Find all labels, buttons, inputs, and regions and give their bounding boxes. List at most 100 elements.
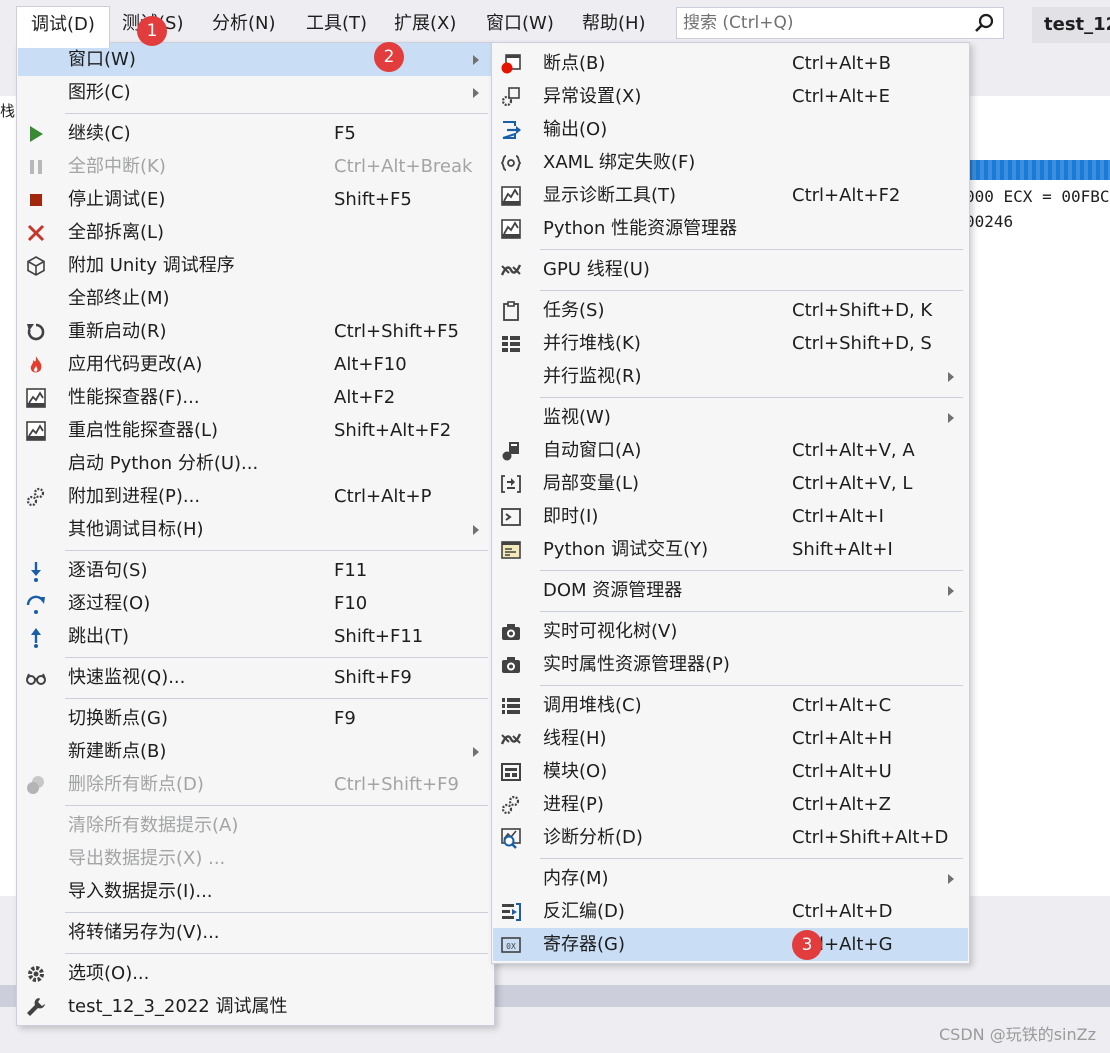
debug-menu-item-22: 删除所有断点(D) Ctrl+Shift+F9	[18, 768, 493, 801]
step-into-icon	[31, 562, 41, 582]
menu-item-shortcut: Ctrl+Alt+C	[792, 695, 892, 716]
menu-item-label: 清除所有数据提示(A)	[68, 815, 239, 836]
debug-menu-item-17[interactable]: 逐过程(O) F10	[18, 587, 493, 620]
menu-separator	[65, 805, 488, 806]
menu-item-shortcut: Ctrl+Alt+V, L	[792, 473, 913, 494]
window-menu-item-8[interactable]: 任务(S) Ctrl+Shift+D, K	[493, 294, 968, 327]
debug-menu-item-18[interactable]: 跳出(T) Shift+F11	[18, 620, 493, 653]
debug-menu-item-26[interactable]: 将转储另存为(V)...	[18, 916, 493, 949]
debug-menu-item-3[interactable]: 继续(C) F5	[18, 117, 493, 150]
debug-menu-item-5[interactable]: 停止调试(E) Shift+F5	[18, 183, 493, 216]
window-menu-item-2[interactable]: 异常设置(X) Ctrl+Alt+E	[493, 80, 968, 113]
debug-menu-item-25[interactable]: 导入数据提示(I)...	[18, 875, 493, 908]
menu-item-shortcut: Ctrl+Alt+E	[792, 86, 890, 107]
menu-item-label: 模块(O)	[543, 761, 608, 782]
menu-item-label: 重启性能探查器(L)	[68, 420, 219, 441]
debug-menu-item-21[interactable]: 新建断点(B)	[18, 735, 493, 768]
menu-item-label: 全部拆离(L)	[68, 222, 165, 243]
menu-item-label: 进程(P)	[543, 794, 604, 815]
menu-window[interactable]: 窗口(W)	[472, 6, 568, 42]
debug-menu-item-14[interactable]: 附加到进程(P)... Ctrl+Alt+P	[18, 480, 493, 513]
menu-separator	[540, 249, 963, 250]
debug-menu-item-19[interactable]: 快速监视(Q)... Shift+F9	[18, 661, 493, 694]
debug-menu-item-6[interactable]: 全部拆离(L)	[18, 216, 493, 249]
debug-menu-item-7[interactable]: 附加 Unity 调试程序	[18, 249, 493, 282]
menu-item-label: test_12_3_2022 调试属性	[68, 996, 288, 1017]
window-menu-item-19[interactable]: 调用堆栈(C) Ctrl+Alt+C	[493, 689, 968, 722]
menu-separator	[65, 912, 488, 913]
debug-menu-item-11[interactable]: 性能探查器(F)... Alt+F2	[18, 381, 493, 414]
menu-item-label: 内存(M)	[543, 868, 609, 889]
window-menu-item-5[interactable]: 显示诊断工具(T) Ctrl+Alt+F2	[493, 179, 968, 212]
window-menu-item-1[interactable]: 断点(B) Ctrl+Alt+B	[493, 47, 968, 80]
menu-extensions[interactable]: 扩展(X)	[380, 6, 470, 42]
window-menu-item-21[interactable]: 模块(O) Ctrl+Alt+U	[493, 755, 968, 788]
window-title-band	[960, 160, 1110, 180]
window-menu-item-24[interactable]: 内存(M)	[493, 862, 968, 895]
threads-icon	[500, 264, 522, 276]
window-menu-item-22[interactable]: 进程(P) Ctrl+Alt+Z	[493, 788, 968, 821]
window-menu-item-6[interactable]: Python 性能资源管理器	[493, 212, 968, 245]
window-menu-item-25[interactable]: 反汇编(D) Ctrl+Alt+D	[493, 895, 968, 928]
menu-item-label: 调用堆栈(C)	[543, 695, 642, 716]
window-menu-item-23[interactable]: 诊断分析(D) Ctrl+Shift+Alt+D	[493, 821, 968, 854]
debug-menu-item-27[interactable]: 选项(O)...	[18, 957, 493, 990]
window-menu-item-11[interactable]: 监视(W)	[493, 401, 968, 434]
menu-item-label: GPU 线程(U)	[543, 259, 650, 280]
debug-menu-item-8[interactable]: 全部终止(M)	[18, 282, 493, 315]
menu-tools[interactable]: 工具(T)	[292, 6, 381, 42]
menu-item-shortcut: F5	[334, 123, 356, 144]
debug-menu-dropdown: 窗口(W) 图形(C) 继续(C) F5 全部中断(K) Ctrl+Alt+Break 停止…	[16, 42, 495, 1026]
search-icon[interactable]	[973, 12, 995, 34]
menu-item-label: 实时可视化树(V)	[543, 621, 678, 642]
solution-title-tab[interactable]: test_12_	[1032, 7, 1110, 43]
diagnostic-analysis-icon	[501, 828, 521, 849]
background-toolbar	[960, 48, 1110, 96]
menu-item-shortcut: F9	[334, 708, 356, 729]
debug-menu-item-10[interactable]: 应用代码更改(A) Alt+F10	[18, 348, 493, 381]
debug-menu-item-2[interactable]: 图形(C)	[18, 76, 493, 109]
menu-bar: 调试(D) 测试(S) 分析(N) 工具(T) 扩展(X) 窗口(W) 帮助(H…	[0, 0, 1110, 48]
window-menu-item-7[interactable]: GPU 线程(U)	[493, 253, 968, 286]
window-menu-item-17[interactable]: 实时可视化树(V)	[493, 615, 968, 648]
window-menu-item-14[interactable]: 即时(I) Ctrl+Alt+I	[493, 500, 968, 533]
menu-debug[interactable]: 调试(D)	[16, 6, 110, 48]
debug-menu-item-12[interactable]: 重启性能探查器(L) Shift+Alt+F2	[18, 414, 493, 447]
menu-item-label: 反汇编(D)	[543, 901, 625, 922]
submenu-arrow-icon	[473, 525, 479, 535]
menu-item-label: 自动窗口(A)	[543, 440, 642, 461]
debug-menu-item-9[interactable]: 重新启动(R) Ctrl+Shift+F5	[18, 315, 493, 348]
cube-icon	[27, 256, 45, 276]
menu-item-label: DOM 资源管理器	[543, 580, 683, 601]
menu-analyze[interactable]: 分析(N)	[198, 6, 290, 42]
submenu-arrow-icon	[473, 88, 479, 98]
menu-item-shortcut: Ctrl+Alt+Break	[334, 156, 473, 177]
debug-menu-item-13[interactable]: 启动 Python 分析(U)...	[18, 447, 493, 480]
menu-item-shortcut: Alt+F2	[334, 387, 396, 408]
window-menu-item-13[interactable]: 局部变量(L) Ctrl+Alt+V, L	[493, 467, 968, 500]
debug-menu-item-15[interactable]: 其他调试目标(H)	[18, 513, 493, 546]
menu-item-label: 继续(C)	[68, 123, 131, 144]
menu-separator	[540, 611, 963, 612]
debug-menu-item-16[interactable]: 逐语句(S) F11	[18, 554, 493, 587]
menu-item-shortcut: Ctrl+Shift+F5	[334, 321, 459, 342]
window-menu-item-16[interactable]: DOM 资源管理器	[493, 574, 968, 607]
debug-menu-item-20[interactable]: 切换断点(G) F9	[18, 702, 493, 735]
menu-item-label: 断点(B)	[543, 53, 606, 74]
window-menu-item-15[interactable]: Python 调试交互(Y) Shift+Alt+I	[493, 533, 968, 566]
window-menu-item-26[interactable]: 0X 寄存器(G) Ctrl+Alt+G	[493, 928, 968, 961]
menu-item-label: 诊断分析(D)	[543, 827, 643, 848]
window-menu-item-3[interactable]: 输出(O)	[493, 113, 968, 146]
window-menu-item-4[interactable]: XAML 绑定失败(F)	[493, 146, 968, 179]
window-menu-item-20[interactable]: 线程(H) Ctrl+Alt+H	[493, 722, 968, 755]
search-input[interactable]	[677, 8, 967, 38]
debug-menu-item-28[interactable]: test_12_3_2022 调试属性	[18, 990, 493, 1023]
window-menu-item-10[interactable]: 并行监视(R)	[493, 360, 968, 393]
search-box	[676, 7, 1004, 39]
disassembly-icon	[502, 903, 521, 921]
window-menu-item-9[interactable]: 并行堆栈(K) Ctrl+Shift+D, S	[493, 327, 968, 360]
window-menu-item-12[interactable]: 自动窗口(A) Ctrl+Alt+V, A	[493, 434, 968, 467]
window-menu-item-18[interactable]: 实时属性资源管理器(P)	[493, 648, 968, 681]
menu-help[interactable]: 帮助(H)	[568, 6, 660, 42]
watermark: CSDN @玩铁的sinZz	[939, 1025, 1096, 1044]
